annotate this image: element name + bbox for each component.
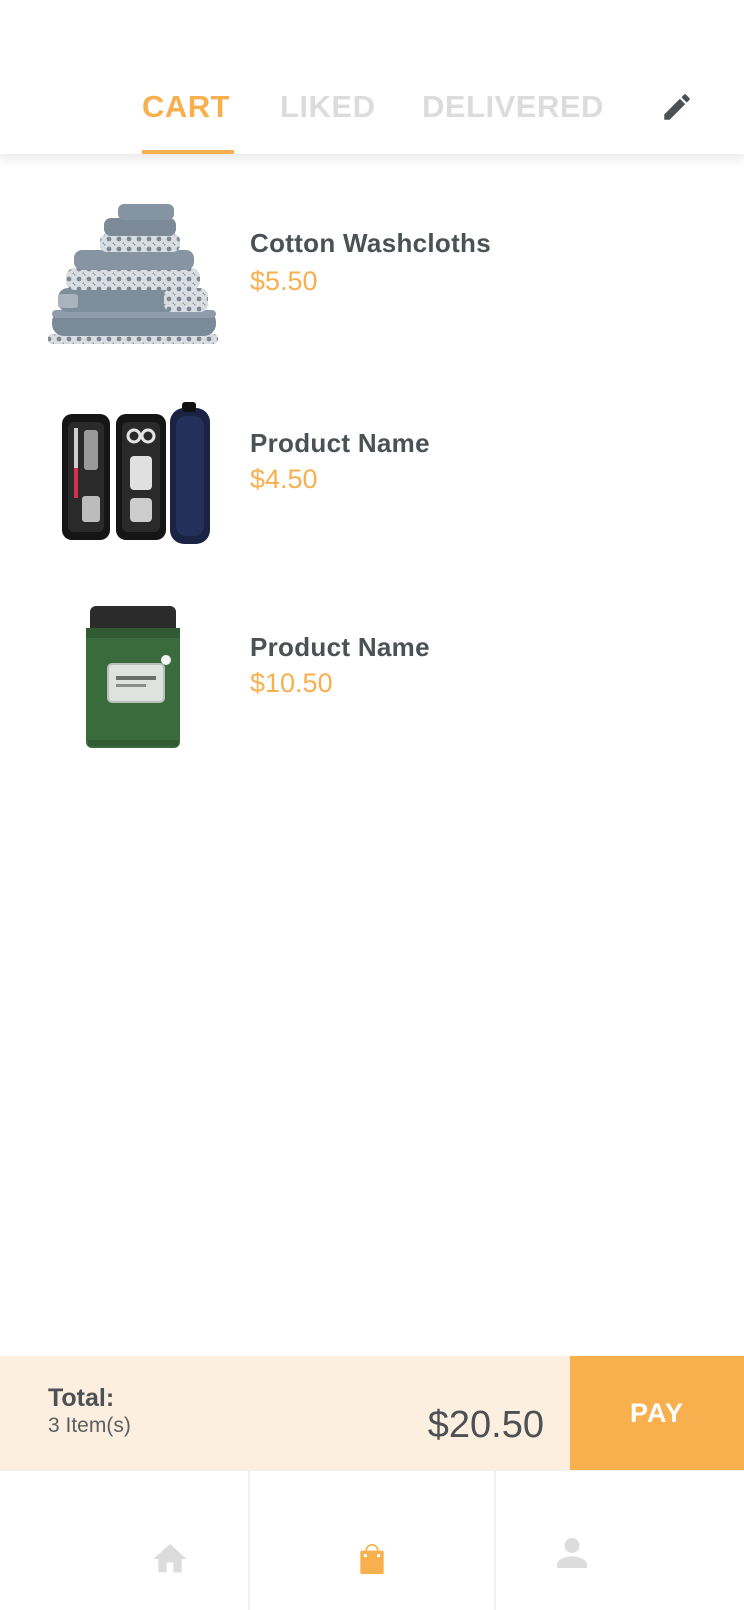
nav-cart[interactable]: [248, 1471, 496, 1610]
edit-button[interactable]: [660, 90, 700, 130]
pencil-icon: [664, 94, 690, 120]
product-name: Product Name: [250, 428, 430, 458]
active-tab-indicator: [142, 150, 234, 154]
cart-item[interactable]: Product Name $4.50: [0, 398, 744, 588]
shopping-bag-icon: [360, 1544, 384, 1574]
product-name: Cotton Washcloths: [250, 228, 492, 258]
product-name: Product Name: [250, 632, 430, 662]
tab-delivered-label: DELIVERED: [422, 89, 604, 124]
product-price: $10.50: [250, 668, 333, 698]
home-icon: [153, 1544, 187, 1573]
user-icon: [557, 1538, 587, 1568]
cart-item[interactable]: Cotton Washcloths $5.50: [0, 194, 744, 384]
pay-button[interactable]: PAY: [570, 1356, 744, 1470]
top-tab-bar: CART LIKED DELIVERED: [0, 0, 744, 154]
tab-list: CART LIKED DELIVERED: [0, 84, 744, 154]
product-image-toiletry-case: [44, 398, 224, 558]
nav-home[interactable]: [0, 1471, 248, 1610]
tab-liked-label: LIKED: [280, 89, 376, 124]
tab-cart[interactable]: CART: [142, 84, 234, 154]
bottom-navigation: [0, 1470, 744, 1610]
item-count: 3 Item(s): [48, 1414, 131, 1437]
total-amount: $20.50: [427, 1404, 544, 1446]
total-label: Total:: [48, 1384, 115, 1412]
product-price: $5.50: [250, 266, 318, 296]
tab-liked[interactable]: LIKED: [280, 84, 376, 154]
product-image-pocket-blanket-pouch: [44, 602, 224, 762]
product-price: $4.50: [250, 464, 318, 494]
nav-profile[interactable]: [496, 1471, 744, 1610]
product-image-folded-towels: [44, 194, 224, 354]
cart-item[interactable]: Product Name $10.50: [0, 602, 744, 792]
tab-delivered[interactable]: DELIVERED: [422, 84, 604, 154]
tab-cart-label: CART: [142, 89, 231, 124]
checkout-summary-bar: Total: 3 Item(s) $20.50 PAY: [0, 1356, 744, 1470]
